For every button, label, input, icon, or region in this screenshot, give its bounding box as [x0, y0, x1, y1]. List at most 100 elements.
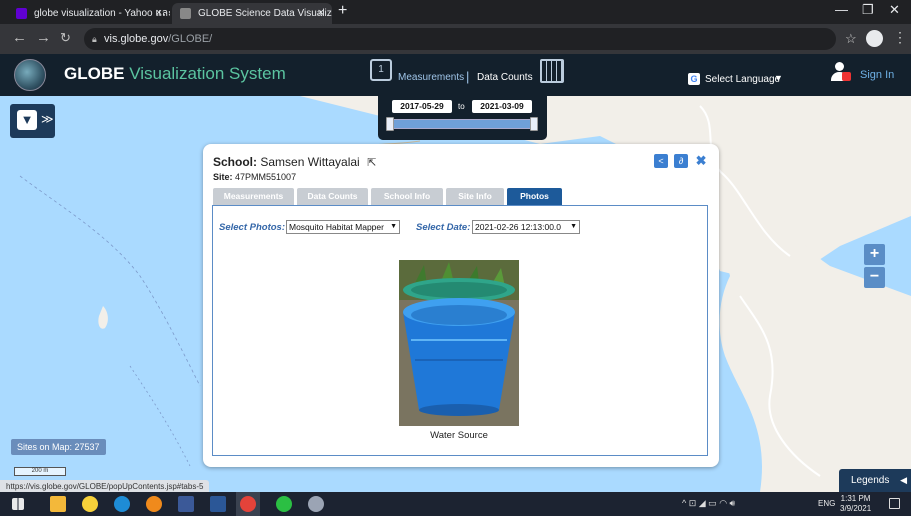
measurements-calendar-icon[interactable]: 1	[370, 59, 392, 81]
facebook-icon[interactable]	[178, 496, 194, 512]
sign-in-link[interactable]: Sign In	[860, 69, 894, 81]
map-scale-bar: 200 m	[14, 467, 66, 476]
back-icon[interactable]: ←	[12, 29, 27, 46]
google-translate-icon: G	[688, 73, 700, 85]
slider-handle-start[interactable]	[386, 117, 394, 131]
site-id: 47PMM551007	[235, 172, 297, 182]
select-language-dropdown[interactable]: Select Language	[705, 74, 780, 85]
chrome-icon[interactable]	[240, 496, 256, 512]
tab-measurements[interactable]: Measurements	[213, 188, 294, 205]
app-icon[interactable]	[82, 496, 98, 512]
app-title: GLOBE Visualization System	[64, 64, 286, 84]
edge-icon[interactable]	[114, 496, 130, 512]
windows-start-icon[interactable]	[12, 498, 24, 510]
system-clock[interactable]: 1:31 PM 3/9/2021	[840, 494, 871, 514]
caret-down-icon[interactable]: ▼	[774, 73, 783, 83]
slider-handle-end[interactable]	[530, 117, 538, 131]
app-icon[interactable]	[146, 496, 162, 512]
select-date-dropdown[interactable]: 2021-02-26 12:13:00.0 ▼	[472, 220, 580, 234]
tab-title: globe visualization - Yahoo และค	[34, 8, 170, 19]
input-language[interactable]: ENG	[818, 499, 835, 508]
caret-left-icon: ◀	[900, 475, 908, 485]
site-heading: Site: 47PMM551007	[213, 172, 296, 182]
word-icon[interactable]	[210, 496, 226, 512]
select-date-value: 2021-02-26 12:13:00.0	[475, 222, 562, 232]
data-counts-calendar-icon[interactable]	[540, 59, 564, 83]
photos-panel: Select Photos: Mosquito Habitat Mapper ▼…	[212, 205, 708, 456]
tab-site-info[interactable]: Site Info	[446, 188, 504, 205]
close-window-icon[interactable]: ✕	[889, 2, 900, 18]
tab-photos[interactable]: Photos	[507, 188, 562, 205]
select-photos-value: Mosquito Habitat Mapper	[289, 222, 384, 232]
zoom-out-button[interactable]: −	[864, 267, 885, 288]
water-bucket-photo-image	[399, 260, 519, 426]
new-tab-button[interactable]: +	[338, 2, 347, 20]
chevron-down-icon: ≫	[41, 112, 54, 126]
date-range-slider[interactable]	[390, 119, 534, 129]
filter-funnel-icon: ▼	[17, 110, 37, 130]
status-bar-url: https://vis.globe.gov/GLOBE/popUpContent…	[0, 480, 210, 492]
notification-icon[interactable]	[889, 498, 900, 509]
bookmark-star-icon[interactable]: ☆	[845, 31, 857, 47]
photo-caption: Water Source	[430, 430, 488, 441]
user-lock-icon[interactable]	[829, 62, 851, 82]
date-range-widget: 2017-05-29 to 2021-03-09	[378, 96, 547, 140]
school-label: School:	[213, 155, 257, 169]
minimize-icon[interactable]: —	[835, 2, 848, 17]
select-date-label: Select Date:	[416, 222, 471, 233]
select-photos-dropdown[interactable]: Mosquito Habitat Mapper ▼	[286, 220, 400, 234]
close-icon[interactable]: ✖	[694, 154, 708, 168]
data-counts-link[interactable]: Data Counts	[477, 72, 533, 83]
globe-favicon-icon	[180, 8, 191, 19]
date-range-to-label: to	[458, 102, 465, 111]
address-bar: ← → ↻ 🔒︎ vis.globe.gov/GLOBE/ ☆ ⋮	[0, 24, 911, 54]
zoom-in-button[interactable]: +	[864, 244, 885, 265]
line-icon[interactable]	[276, 496, 292, 512]
share-icon[interactable]: <	[654, 154, 668, 168]
school-name: Samsen Wittayalai	[260, 155, 360, 169]
url-host: vis.globe.gov	[104, 33, 169, 45]
chevron-down-icon: ▼	[390, 223, 397, 230]
legends-label: Legends	[851, 475, 890, 486]
legends-button[interactable]: Legends ◀	[839, 469, 911, 492]
habitat-photo[interactable]	[399, 260, 519, 426]
globe-logo-icon[interactable]	[14, 59, 46, 91]
end-date-field[interactable]: 2021-03-09	[472, 100, 532, 113]
lock-icon: 🔒︎	[92, 34, 97, 44]
restore-icon[interactable]: ❐	[862, 2, 874, 18]
yahoo-favicon-icon	[16, 8, 27, 19]
windows-taskbar: ^ ⊡ ◢ ▭ ◠ 🔊︎ ENG 1:31 PM 3/9/2021	[0, 492, 911, 516]
tab-school-info[interactable]: School Info	[371, 188, 443, 205]
select-photos-label: Select Photos:	[219, 222, 285, 233]
browser-tab-yahoo[interactable]: globe visualization - Yahoo และค ×	[8, 3, 170, 24]
reload-icon[interactable]: ↻	[60, 30, 71, 46]
filter-button[interactable]: ▼ ≫	[10, 104, 55, 138]
app-header: GLOBE Visualization System 1 Measurement…	[0, 54, 911, 96]
sites-on-map-count: Sites on Map: 27537	[11, 439, 106, 455]
tab-close-icon[interactable]: ×	[156, 3, 162, 24]
system-tray-icons[interactable]: ^ ⊡ ◢ ▭ ◠ 🔊︎	[682, 498, 735, 509]
app-title-main: GLOBE	[64, 64, 125, 83]
measurements-link[interactable]: Measurements	[398, 72, 464, 83]
chevron-down-icon: ▼	[570, 223, 577, 230]
url-path: /GLOBE/	[168, 33, 213, 45]
browser-tab-globe[interactable]: GLOBE Science Data Visualization ×	[172, 3, 332, 24]
browser-tab-bar: globe visualization - Yahoo และค × GLOBE…	[0, 0, 911, 24]
clock-date: 3/9/2021	[840, 504, 872, 513]
start-date-field[interactable]: 2017-05-29	[392, 100, 452, 113]
url-input[interactable]: 🔒︎ vis.globe.gov/GLOBE/	[84, 28, 836, 50]
external-share-icon[interactable]: ⇱	[367, 156, 376, 169]
tab-close-icon[interactable]: ×	[318, 3, 324, 24]
browser-menu-icon[interactable]: ⋮	[893, 29, 907, 46]
app-icon[interactable]	[308, 496, 324, 512]
site-popup: School: Samsen Wittayalai ⇱ Site: 47PMM5…	[203, 144, 719, 467]
file-explorer-icon[interactable]	[50, 496, 66, 512]
tab-title: GLOBE Science Data Visualization	[198, 8, 332, 19]
forward-icon[interactable]: →	[36, 29, 51, 46]
link-icon[interactable]: ∂	[674, 154, 689, 168]
popup-toolbar: < ∂ ✖	[654, 154, 711, 168]
profile-avatar-icon[interactable]	[866, 30, 883, 47]
tab-data-counts[interactable]: Data Counts	[297, 188, 368, 205]
school-heading: School: Samsen Wittayalai ⇱	[213, 155, 376, 169]
site-label: Site:	[213, 172, 233, 182]
